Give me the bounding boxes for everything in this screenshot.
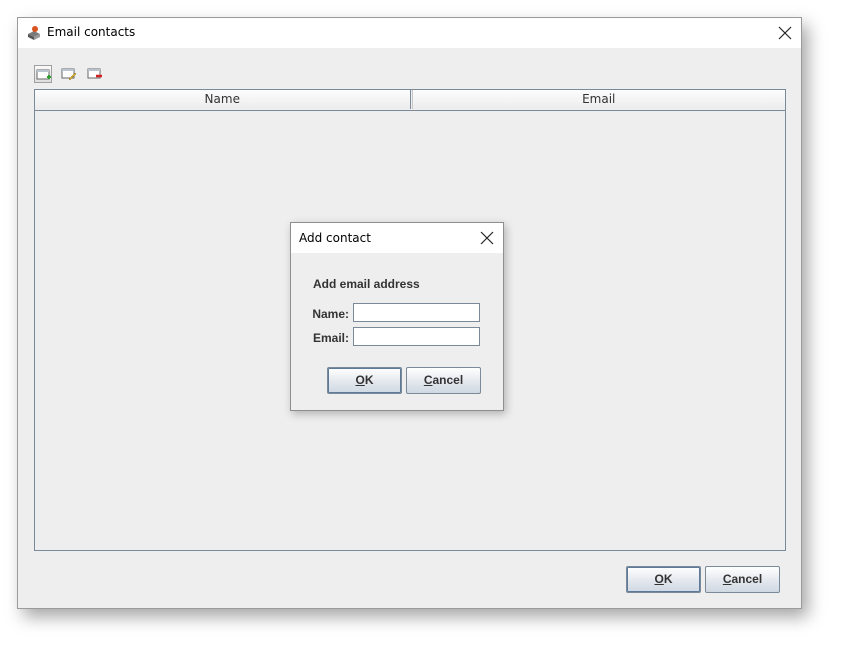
add-contact-dialog: Add contact Add email address Name: Emai… <box>290 222 504 411</box>
window-title: Email contacts <box>47 25 136 39</box>
close-icon[interactable] <box>778 26 792 40</box>
dialog-close-icon[interactable] <box>480 231 494 245</box>
email-label: Email: <box>312 331 349 345</box>
dialog-heading: Add email address <box>313 277 420 291</box>
dialog-title: Add contact <box>299 231 371 245</box>
add-contact-button[interactable] <box>34 65 52 83</box>
table-header: Name Email <box>35 90 785 111</box>
dialog-title-bar[interactable]: Add contact <box>291 223 503 253</box>
edit-contact-button[interactable] <box>60 65 78 83</box>
column-header-name[interactable]: Name <box>35 90 411 109</box>
dialog-cancel-label-rest: ancel <box>432 373 464 387</box>
dialog-ok-mnemonic: O <box>355 373 365 387</box>
email-field[interactable] <box>353 327 480 346</box>
edit-contact-icon <box>61 68 77 81</box>
ok-mnemonic: O <box>654 572 664 586</box>
cancel-label-rest: ancel <box>731 572 763 586</box>
dialog-ok-button[interactable]: OK <box>327 367 402 394</box>
add-contact-icon <box>36 69 51 80</box>
cancel-button[interactable]: Cancel <box>705 566 780 593</box>
dialog-cancel-button[interactable]: Cancel <box>406 367 481 394</box>
remove-contact-icon <box>87 68 102 79</box>
column-header-email[interactable]: Email <box>411 90 785 109</box>
dialog-ok-label-rest: K <box>364 373 374 387</box>
ok-button[interactable]: OK <box>626 566 701 593</box>
name-field[interactable] <box>353 303 480 322</box>
title-bar[interactable]: Email contacts <box>18 18 801 48</box>
remove-contact-button[interactable] <box>86 65 104 83</box>
ok-label-rest: K <box>663 572 673 586</box>
app-icon <box>28 26 40 40</box>
name-label: Name: <box>312 307 349 321</box>
